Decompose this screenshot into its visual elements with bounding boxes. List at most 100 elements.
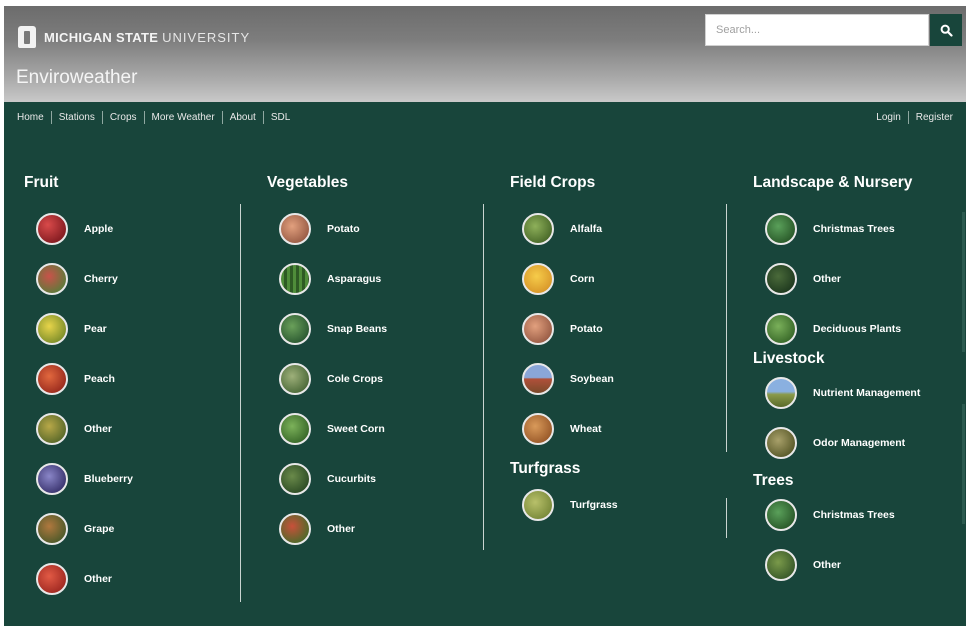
christmas-trees-icon [765, 499, 797, 531]
crop-label: Other [813, 273, 842, 285]
section-title-vegetables: Vegetables [267, 174, 348, 191]
crop-alfalfa[interactable]: Alfalfa [522, 204, 618, 254]
search-input[interactable] [705, 14, 929, 46]
crop-trees-christmas-trees[interactable]: Christmas Trees [765, 490, 920, 540]
crop-label: Turfgrass [570, 499, 618, 511]
app-title[interactable]: Enviroweather [16, 67, 137, 89]
crop-wheat[interactable]: Wheat [522, 404, 618, 454]
deciduous-plants-icon [765, 313, 797, 345]
crop-pear[interactable]: Pear [36, 304, 133, 354]
apple-icon [36, 213, 68, 245]
crop-label: Other [327, 523, 356, 535]
crop-label: Pear [84, 323, 107, 335]
nav-right: Login Register [869, 102, 960, 132]
crop-blueberry[interactable]: Blueberry [36, 454, 133, 504]
odor-management-icon [765, 427, 797, 459]
nav-crops[interactable]: Crops [103, 112, 144, 123]
landscape-column: Landscape & Nursery Christmas Trees Othe… [753, 174, 920, 590]
column-divider [726, 498, 727, 538]
crop-soybean[interactable]: Soybean [522, 354, 618, 404]
crop-label: Asparagus [327, 273, 382, 285]
crop-cole-crops[interactable]: Cole Crops [279, 354, 387, 404]
soybean-icon [522, 363, 554, 395]
section-title-field-crops: Field Crops [510, 174, 596, 191]
crop-nutrient-management[interactable]: Nutrient Management [765, 368, 920, 418]
christmas-trees-icon [765, 213, 797, 245]
crop-peach[interactable]: Peach [36, 354, 133, 404]
column-divider [483, 204, 484, 550]
wheat-icon [522, 413, 554, 445]
blueberry-icon [36, 463, 68, 495]
crop-cucurbits[interactable]: Cucurbits [279, 454, 387, 504]
crop-label: Cherry [84, 273, 118, 285]
crop-label: Snap Beans [327, 323, 388, 335]
column-divider [726, 204, 727, 452]
nav-stations[interactable]: Stations [52, 112, 102, 123]
logo-wordmark-bold: MICHIGAN STATE [44, 29, 159, 45]
nav-home[interactable]: Home [10, 112, 51, 123]
section-title-fruit: Fruit [24, 174, 59, 191]
crop-fruit-other[interactable]: Other [36, 404, 133, 454]
crop-label: Nutrient Management [813, 387, 921, 399]
crop-grape[interactable]: Grape [36, 504, 133, 554]
crop-label: Christmas Trees [813, 509, 895, 521]
section-title-livestock: Livestock [753, 350, 825, 367]
crop-potato[interactable]: Potato [279, 204, 387, 254]
nav-sdl[interactable]: SDL [264, 112, 297, 123]
crop-snap-beans[interactable]: Snap Beans [279, 304, 387, 354]
turfgrass-icon [522, 489, 554, 521]
landscape-other-icon [765, 263, 797, 295]
crop-label: Blueberry [84, 473, 134, 485]
crop-cherry[interactable]: Cherry [36, 254, 133, 304]
crop-label: Other [84, 573, 113, 585]
spartan-helmet-icon [18, 26, 36, 48]
nav-left: Home Stations Crops More Weather About S… [10, 102, 297, 132]
crop-label: Other [813, 559, 842, 571]
crop-label: Peach [84, 373, 115, 385]
asparagus-icon [279, 263, 311, 295]
crop-label: Soybean [570, 373, 614, 385]
alfalfa-icon [522, 213, 554, 245]
nav-login[interactable]: Login [869, 112, 907, 123]
cucurbits-icon [279, 463, 311, 495]
search-button[interactable] [930, 14, 962, 46]
nutrient-management-icon [765, 377, 797, 409]
crop-christmas-trees[interactable]: Christmas Trees [765, 204, 920, 254]
crop-asparagus[interactable]: Asparagus [279, 254, 387, 304]
crop-fruit-other-2[interactable]: Other [36, 554, 133, 604]
crop-odor-management[interactable]: Odor Management [765, 418, 920, 468]
crop-label: Sweet Corn [327, 423, 385, 435]
nav-more-weather[interactable]: More Weather [145, 112, 222, 123]
search-icon [940, 24, 953, 37]
crop-field-potato[interactable]: Potato [522, 304, 618, 354]
snap-beans-icon [279, 313, 311, 345]
site-header: MICHIGAN STATE UNIVERSITY Enviroweather [4, 6, 966, 102]
scrollbar-track[interactable] [962, 212, 965, 352]
crop-label: Christmas Trees [813, 223, 895, 235]
crop-apple[interactable]: Apple [36, 204, 133, 254]
crop-turfgrass[interactable]: Turfgrass [522, 480, 618, 530]
crop-deciduous-plants[interactable]: Deciduous Plants [765, 304, 920, 354]
crop-vegetables-other[interactable]: Other [279, 504, 387, 554]
sweet-corn-icon [279, 413, 311, 445]
crop-corn[interactable]: Corn [522, 254, 618, 304]
crop-label: Apple [84, 223, 114, 235]
crop-label: Alfalfa [570, 223, 603, 235]
vegetables-column: Vegetables Potato Asparagus Snap Beans C… [267, 174, 387, 554]
corn-icon [522, 263, 554, 295]
nav-register[interactable]: Register [909, 112, 960, 123]
peach-icon [36, 363, 68, 395]
crop-label: Deciduous Plants [813, 323, 902, 335]
crop-trees-other[interactable]: Other [765, 540, 920, 590]
crop-landscape-other[interactable]: Other [765, 254, 920, 304]
fruit-column: Fruit Apple Cherry Pear Peach Other Blue… [24, 174, 133, 604]
crop-label: Cucurbits [327, 473, 377, 485]
crop-sweet-corn[interactable]: Sweet Corn [279, 404, 387, 454]
section-title-trees: Trees [753, 472, 794, 489]
column-divider [240, 204, 241, 602]
scrollbar-track[interactable] [962, 404, 965, 524]
crop-label: Corn [570, 273, 595, 285]
nav-about[interactable]: About [223, 112, 263, 123]
msu-logo[interactable]: MICHIGAN STATE UNIVERSITY [18, 26, 250, 48]
crop-label: Potato [570, 323, 603, 335]
